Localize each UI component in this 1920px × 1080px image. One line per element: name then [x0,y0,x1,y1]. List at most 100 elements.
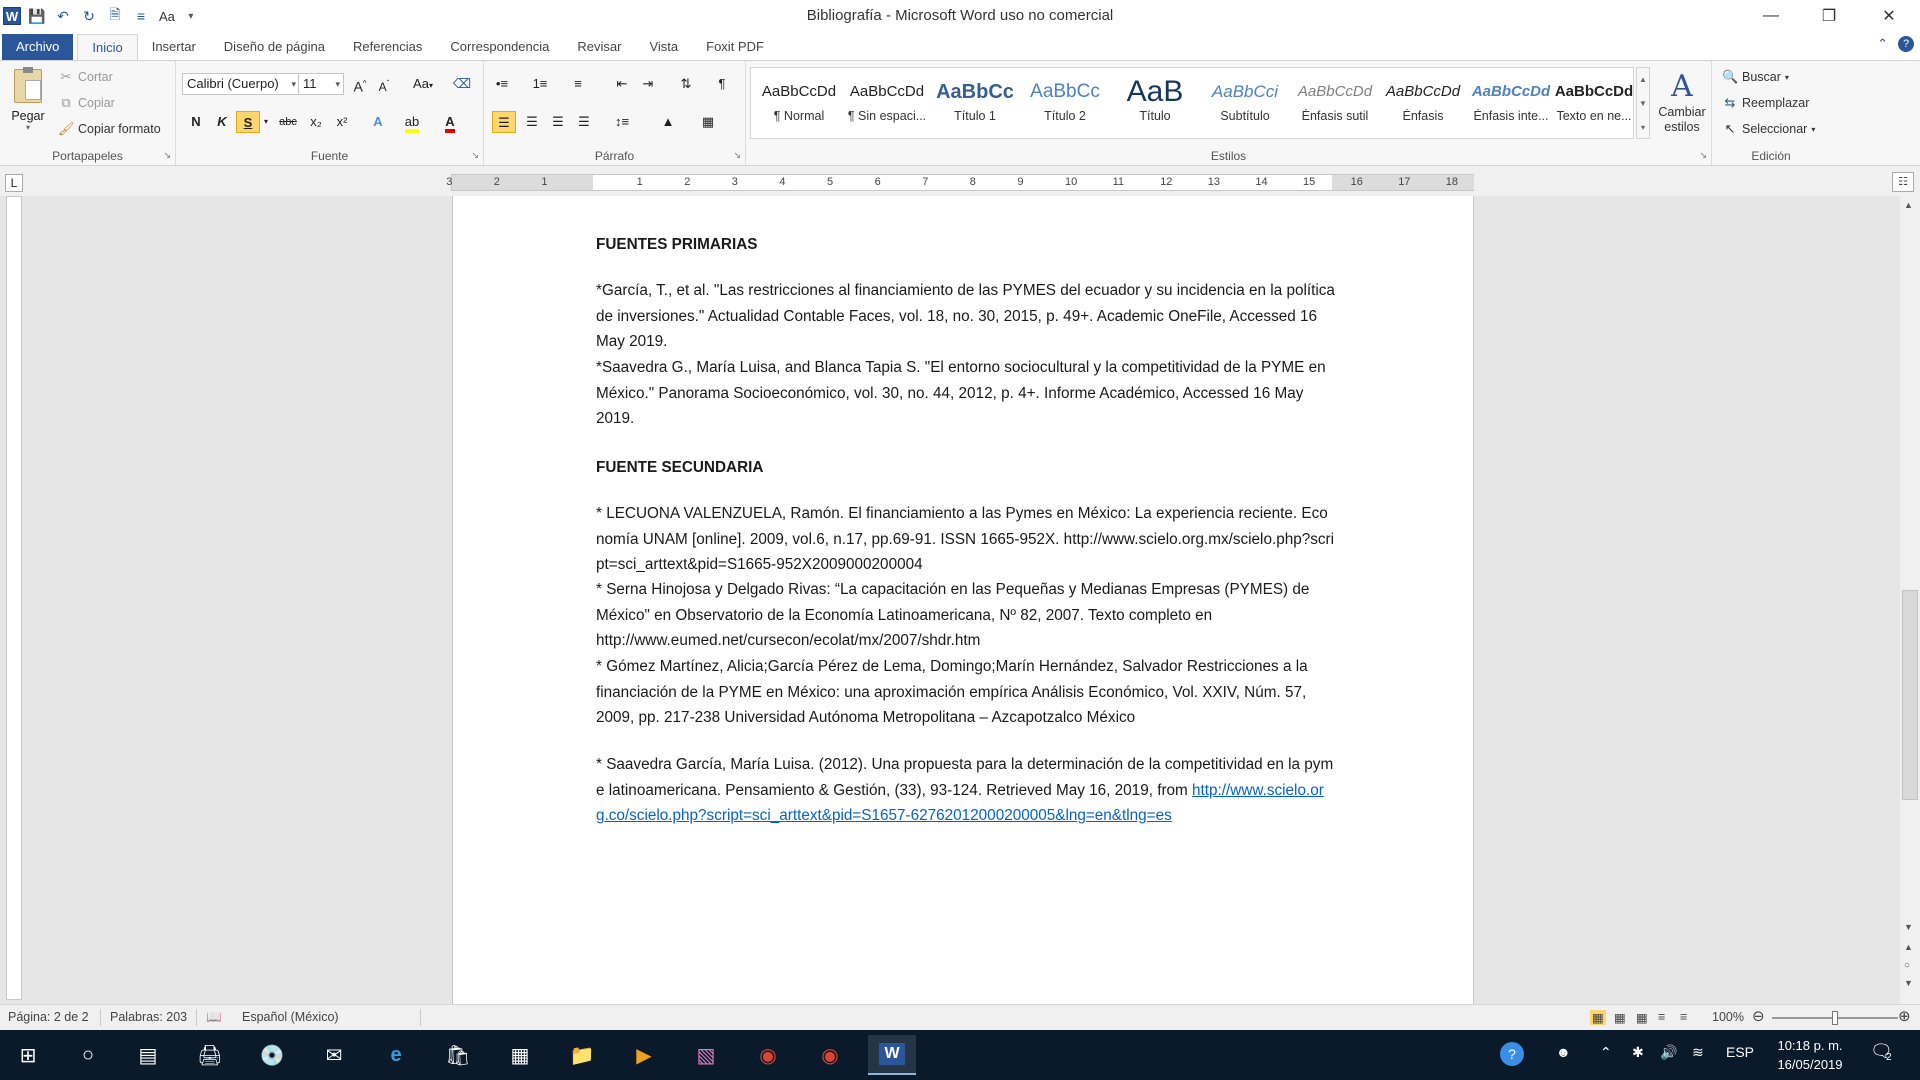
style-title[interactable]: AaB Título [1112,75,1198,137]
borders-icon[interactable]: ▦ [696,111,720,133]
numbering-icon[interactable]: 1≡ [528,73,552,95]
tab-referencias[interactable]: Referencias [339,34,436,60]
select-button[interactable]: ↖ Seleccionar ▾ [1722,118,1816,140]
align-icon[interactable]: ≡ [131,6,151,26]
style-strong[interactable]: AaBbCcDd Texto en ne... [1554,75,1634,137]
sort-icon[interactable]: ⇅ [674,73,698,95]
tab-revisar[interactable]: Revisar [563,34,635,60]
line-spacing-icon[interactable]: ↕≡ [610,111,634,133]
scrollbar-thumb[interactable] [1902,590,1918,800]
style-heading-2[interactable]: AaBbCc Título 2 [1022,75,1108,137]
scroll-down-icon[interactable]: ▼ [1904,922,1913,932]
copy-button[interactable]: ⧉ Copiar [58,92,114,114]
tab-vista[interactable]: Vista [635,34,692,60]
tab-selector[interactable]: L [5,174,23,192]
font-case-button[interactable]: Aa [159,9,175,24]
next-page-icon[interactable]: ▼ [1904,978,1913,988]
horizontal-ruler[interactable]: 3 2 1 1 2 3 4 5 6 7 8 9 10 11 12 13 14 15 16 17 18 [446,174,1474,191]
task-view-icon[interactable]: ▤ [124,1035,172,1075]
close-button[interactable]: ✕ [1860,0,1918,32]
store-icon[interactable]: 🛍 [434,1035,482,1075]
justify-icon[interactable]: ☰ [572,111,596,133]
tab-foxit-pdf[interactable]: Foxit PDF [692,34,778,60]
customize-qat-icon[interactable]: ▾ [181,6,201,26]
styles-scroll[interactable]: ▲ ▼ ▾ [1636,67,1650,139]
style-emphasis[interactable]: AaBbCcDd Énfasis [1380,75,1466,137]
font-name-box[interactable]: Calibri (Cuerpo) ▾ [182,73,300,95]
dialog-launcher-icon[interactable]: ↘ [733,150,741,161]
font-color-icon[interactable]: A [438,111,462,133]
tab-inicio[interactable]: Inicio [77,34,138,60]
align-right-icon[interactable]: ☰ [546,111,570,133]
style-no-spacing[interactable]: AaBbCcDd ¶ Sin espaci... [842,75,932,137]
zoom-in-icon[interactable]: ⊕ [1898,1007,1911,1025]
proofing-icon[interactable]: 📖 [206,1010,222,1025]
font-size-box[interactable]: 11 ▾ [298,73,344,95]
change-styles-button[interactable]: A Cambiar estilos [1654,69,1710,135]
chrome-icon[interactable]: ◉ [744,1035,792,1075]
italic-button[interactable]: K [210,111,234,133]
tab-diseno-pagina[interactable]: Diseño de página [210,34,339,60]
text-effects-icon[interactable]: A [366,111,390,133]
dialog-launcher-icon[interactable]: ↘ [163,150,171,161]
superscript-button[interactable]: x² [330,111,354,133]
format-painter-button[interactable]: 🖌 Copiar formato [58,118,161,140]
tab-insertar[interactable]: Insertar [138,34,210,60]
decrease-indent-icon[interactable]: ⇤ [610,73,634,95]
chrome-icon-2[interactable]: ◉ [806,1035,854,1075]
zoom-slider[interactable] [1772,1011,1898,1025]
previous-page-icon[interactable]: ▲ [1904,942,1913,952]
shading-icon[interactable]: ▲ [656,111,680,133]
style-subtitle[interactable]: AaBbCci Subtítulo [1202,75,1288,137]
change-case-button[interactable]: Aa▾ [408,73,438,95]
print-layout-icon[interactable]: ▦ [1590,1010,1606,1025]
scanner-app-icon[interactable]: 🖨 [186,1035,234,1075]
new-document-icon[interactable]: 🗎 [105,6,125,26]
zoom-level[interactable]: 100% [1712,1010,1744,1024]
browse-object-icon[interactable]: ○ [1904,960,1910,971]
search-icon[interactable]: ○ [64,1035,112,1075]
word-taskbar-icon[interactable]: W [868,1035,916,1075]
dialog-launcher-icon[interactable]: ↘ [471,150,479,161]
restore-button[interactable]: ❐ [1800,0,1858,32]
input-language[interactable]: ESP [1726,1044,1754,1060]
style-normal[interactable]: AaBbCcDd ¶ Normal [756,75,842,137]
vertical-ruler[interactable] [6,196,22,1000]
align-left-icon[interactable]: ☰ [492,111,516,133]
scroll-up-icon[interactable]: ▲ [1904,200,1913,210]
help-icon[interactable]: ? [1898,36,1914,52]
web-layout-icon[interactable]: ▦ [1636,1010,1648,1025]
grow-font-icon[interactable]: A^ [348,73,372,95]
full-screen-reading-icon[interactable]: ▦ [1614,1010,1626,1025]
clear-format-icon[interactable]: ⌫ [450,73,474,95]
replace-button[interactable]: ⇆ Reemplazar [1722,92,1810,114]
language-indicator[interactable]: Español (México) [242,1010,339,1024]
underline-button[interactable]: S [236,111,260,133]
paste-button[interactable]: Pegar ▾ [8,67,48,132]
file-explorer-icon[interactable]: 📁 [558,1035,606,1075]
volume-icon[interactable]: 🔊 [1660,1044,1677,1061]
redo-icon[interactable]: ↻ [79,6,99,26]
mail-icon[interactable]: ✉ [310,1035,358,1075]
style-subtle-emphasis[interactable]: AaBbCcDd Énfasis sutil [1292,75,1378,137]
style-heading-1[interactable]: AaBbCc Título 1 [932,75,1018,137]
underline-dropdown-icon[interactable]: ▾ [260,111,272,133]
minimize-button[interactable]: — [1742,0,1800,32]
view-ruler-icon[interactable]: ☷ [1892,172,1914,192]
shrink-font-icon[interactable]: Aˇ [372,73,396,95]
word-app-icon[interactable]: W [3,7,21,25]
show-hidden-icons[interactable]: ⌃ [1600,1044,1612,1061]
windows-start-icon[interactable]: ⊞ [4,1035,52,1075]
save-icon[interactable]: 💾 [27,6,47,26]
tab-correspondencia[interactable]: Correspondencia [436,34,563,60]
help-tray-icon[interactable]: ? [1500,1042,1524,1066]
bluetooth-icon[interactable]: ✱ [1632,1044,1644,1061]
media-app-icon[interactable]: 💿 [248,1035,296,1075]
document-page[interactable]: FUENTES PRIMARIAS *García, T., et al. "L… [452,196,1474,1004]
align-center-icon[interactable]: ☰ [520,111,544,133]
subscript-button[interactable]: x₂ [304,111,328,133]
strikethrough-button[interactable]: abc [276,111,300,133]
word-count[interactable]: Palabras: 203 [110,1010,187,1024]
video-player-icon[interactable]: ▶ [620,1035,668,1075]
undo-icon[interactable]: ↶ [53,6,73,26]
